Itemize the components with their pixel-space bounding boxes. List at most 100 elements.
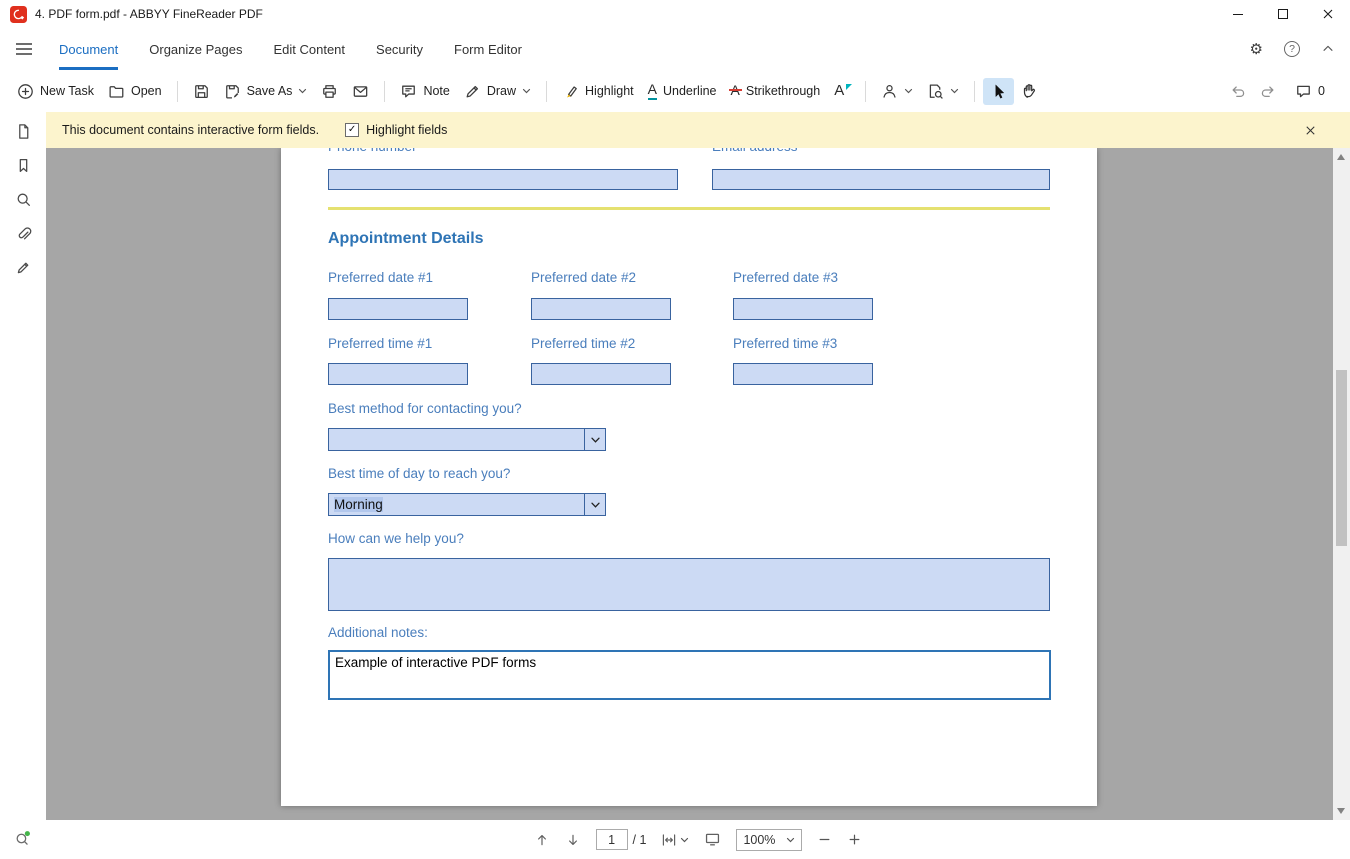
left-sidebar [0, 112, 46, 859]
section-divider [328, 207, 1050, 210]
attachments-button[interactable] [12, 224, 34, 242]
tab-security[interactable]: Security [376, 38, 423, 61]
comments-button[interactable]: 0 [1288, 78, 1332, 105]
toolbar-separator [974, 81, 975, 102]
new-task-label: New Task [40, 84, 94, 98]
phone-label: Phone number [328, 148, 417, 154]
strikethrough-button[interactable]: A Strikethrough [724, 78, 828, 103]
preferred-date-2-field[interactable] [531, 298, 671, 320]
comment-count: 0 [1318, 84, 1325, 98]
page-down-icon [565, 832, 581, 848]
reach-time-value: Morning [334, 497, 383, 512]
help-textarea[interactable] [328, 558, 1050, 611]
phone-field[interactable] [328, 169, 678, 190]
help-icon[interactable]: ? [1284, 41, 1300, 57]
status-indicator-button[interactable] [14, 830, 31, 847]
print-icon [321, 83, 338, 100]
checkbox-check-icon[interactable]: ✓ [345, 123, 359, 137]
insert-text-icon: A [834, 83, 844, 100]
bookmarks-button[interactable] [12, 156, 34, 174]
zoom-out-icon [817, 832, 832, 847]
open-label: Open [131, 84, 162, 98]
abbyy-logo-icon [10, 6, 27, 23]
notes-field[interactable]: Example of interactive PDF forms [328, 650, 1051, 700]
save-as-button[interactable]: Save As [217, 78, 315, 105]
undo-icon [1230, 83, 1247, 100]
toolbar-separator [384, 81, 385, 102]
open-folder-icon [108, 83, 125, 100]
highlight-button[interactable]: Highlight [555, 78, 641, 105]
fit-width-button[interactable] [661, 832, 689, 848]
close-button[interactable] [1305, 0, 1350, 28]
page-number-input[interactable]: 1 [596, 829, 628, 850]
chevron-down-icon [786, 836, 795, 844]
tab-edit-content[interactable]: Edit Content [273, 38, 345, 61]
print-button[interactable] [314, 78, 345, 105]
draw-button[interactable]: Draw [457, 78, 538, 105]
preferred-time-3-label: Preferred time #3 [733, 336, 837, 351]
new-task-button[interactable]: New Task [10, 78, 101, 105]
maximize-icon [1275, 6, 1291, 22]
document-search-button[interactable] [920, 78, 966, 105]
save-icon [193, 83, 210, 100]
chevron-down-icon [522, 87, 531, 95]
fill-sign-button[interactable] [12, 258, 34, 276]
save-button[interactable] [186, 78, 217, 105]
preferred-date-3-field[interactable] [733, 298, 873, 320]
insert-text-button[interactable]: A [827, 78, 857, 105]
hamburger-menu-button[interactable] [15, 42, 33, 56]
underline-button[interactable]: A Underline [641, 77, 724, 105]
select-tool-button[interactable] [983, 78, 1014, 105]
previous-page-button[interactable] [534, 832, 550, 848]
zoom-select[interactable]: 100% [736, 829, 802, 851]
zoom-out-button[interactable] [817, 832, 832, 847]
tabbar-right-controls: ⚙ ? [1250, 41, 1335, 57]
preferred-time-2-field[interactable] [531, 363, 671, 385]
preferred-time-3-field[interactable] [733, 363, 873, 385]
notification-close-button[interactable] [1300, 120, 1320, 140]
collapse-ribbon-icon[interactable] [1321, 42, 1335, 56]
redo-button[interactable] [1259, 83, 1276, 100]
chevron-down-icon [590, 500, 601, 509]
combo-dropdown-button[interactable] [584, 429, 605, 450]
preferred-date-1-label: Preferred date #1 [328, 270, 433, 285]
preferred-date-2-label: Preferred date #2 [531, 270, 636, 285]
undo-button[interactable] [1230, 83, 1247, 100]
pages-panel-button[interactable] [12, 122, 34, 140]
tab-organize-pages[interactable]: Organize Pages [149, 38, 242, 61]
page-total-label: / 1 [633, 833, 647, 847]
reach-time-select[interactable]: Morning [328, 493, 606, 516]
contact-method-select[interactable] [328, 428, 606, 451]
signature-button[interactable] [874, 78, 920, 105]
scrollbar-thumb[interactable] [1336, 370, 1347, 546]
minimize-button[interactable] [1215, 0, 1260, 28]
maximize-button[interactable] [1260, 0, 1305, 28]
preferred-time-1-field[interactable] [328, 363, 468, 385]
highlight-fields-toggle[interactable]: ✓ Highlight fields [345, 123, 447, 137]
open-button[interactable]: Open [101, 78, 169, 105]
zoom-in-button[interactable] [847, 832, 862, 847]
settings-gear-icon[interactable]: ⚙ [1250, 42, 1263, 57]
tab-document[interactable]: Document [59, 38, 118, 61]
email-field[interactable] [712, 169, 1050, 190]
signature-icon [881, 83, 898, 100]
chevron-down-icon [298, 87, 307, 95]
email-button[interactable] [345, 78, 376, 105]
vertical-scrollbar[interactable] [1333, 148, 1350, 820]
next-page-button[interactable] [565, 832, 581, 848]
fit-page-button[interactable] [704, 831, 721, 848]
preferred-date-1-field[interactable] [328, 298, 468, 320]
notes-label: Additional notes: [328, 625, 428, 640]
main-toolbar: New Task Open Save As Note Draw [0, 70, 1350, 112]
zoom-value: 100% [743, 833, 775, 847]
note-button[interactable]: Note [393, 78, 456, 105]
titlebar: 4. PDF form.pdf - ABBYY FineReader PDF [0, 0, 1350, 28]
tab-form-editor[interactable]: Form Editor [454, 38, 522, 61]
hamburger-menu-icon [15, 42, 33, 56]
scrollbar-down-arrow-icon[interactable] [1337, 808, 1345, 814]
search-button[interactable] [12, 190, 34, 208]
strikethrough-label: Strikethrough [746, 84, 820, 98]
hand-tool-button[interactable] [1014, 77, 1046, 105]
scrollbar-up-arrow-icon[interactable] [1337, 154, 1345, 160]
combo-dropdown-button[interactable] [584, 494, 605, 515]
